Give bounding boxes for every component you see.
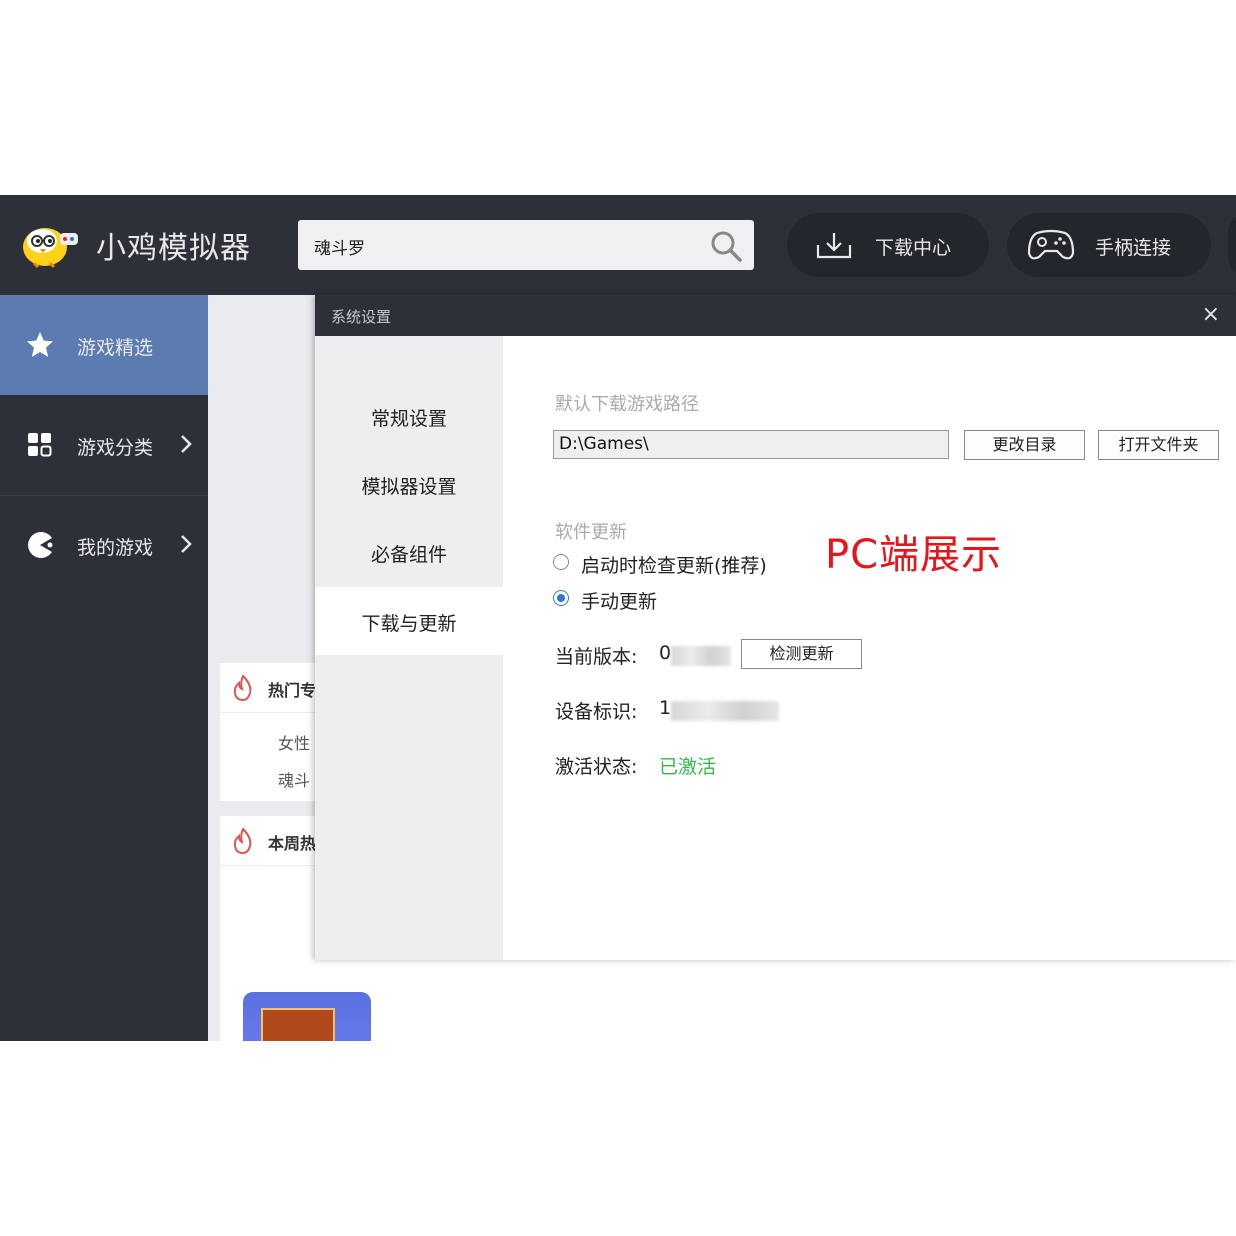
version-label: 当前版本: (555, 646, 638, 668)
app-title: 小鸡模拟器 (96, 231, 251, 266)
dialog-header: 系统设置 × (315, 295, 1236, 336)
sidebar-item-featured[interactable]: 游戏精选 (0, 295, 208, 395)
sidebar-item-label: 我的游戏 (77, 537, 154, 559)
version-value-blurred (671, 646, 731, 666)
chevron-right-icon (181, 535, 192, 553)
download-path-section-title: 默认下载游戏路径 (555, 394, 699, 415)
sidebar-item-label: 游戏分类 (77, 437, 154, 459)
list-item[interactable]: 女性 (278, 730, 310, 754)
settings-dialog: 系统设置 × 常规设置 模拟器设置 必备组件 下载与更新 默认下载游戏路径 D:… (315, 295, 1236, 960)
tab-general-settings[interactable]: 常规设置 (315, 382, 503, 450)
tab-label: 必备组件 (370, 544, 447, 566)
tab-required-components[interactable]: 必备组件 (315, 518, 503, 586)
radio-label: 启动时检查更新(推荐) (581, 555, 767, 577)
tab-label: 常规设置 (370, 408, 447, 430)
star-icon (27, 332, 53, 357)
check-update-button[interactable]: 检测更新 (741, 639, 862, 669)
close-icon[interactable]: × (1202, 302, 1220, 327)
radio-button-selected[interactable] (553, 590, 569, 606)
download-path-field[interactable]: D:\Games\ (553, 430, 949, 459)
download-icon (816, 233, 852, 259)
chick-logo-icon (23, 228, 78, 269)
sidebar-item-my-games[interactable]: 我的游戏 (0, 495, 208, 595)
app-window: 小鸡模拟器 魂斗罗 下载中心 手柄连接 游戏精选 游戏分类 我的游戏 热门专 女… (0, 195, 1236, 1041)
pc-showcase-label: PC端展示 (825, 532, 1003, 578)
tab-label: 模拟器设置 (361, 476, 457, 498)
sidebar-item-categories[interactable]: 游戏分类 (0, 395, 208, 495)
tab-label: 下载与更新 (361, 613, 457, 635)
settings-nav: 常规设置 模拟器设置 必备组件 下载与更新 (315, 336, 503, 960)
sidebar-item-label: 游戏精选 (77, 337, 154, 359)
tab-emulator-settings[interactable]: 模拟器设置 (315, 450, 503, 518)
download-center-button[interactable]: 下载中心 (787, 213, 989, 277)
pacman-icon (28, 532, 53, 558)
dialog-title: 系统设置 (331, 308, 392, 326)
activation-status-label: 激活状态: (555, 756, 638, 778)
radio-button[interactable] (553, 554, 569, 570)
fire-icon (233, 828, 252, 854)
change-directory-button[interactable]: 更改目录 (964, 430, 1085, 460)
device-id-label: 设备标识: (555, 701, 638, 723)
sidebar: 游戏精选 游戏分类 我的游戏 (0, 295, 208, 1041)
tab-download-and-update[interactable]: 下载与更新 (315, 587, 503, 655)
gamepad-connect-label: 手柄连接 (1095, 237, 1172, 259)
activation-status-value: 已激活 (659, 756, 717, 778)
gamepad-connect-button[interactable]: 手柄连接 (1007, 213, 1211, 277)
device-id-value-blurred (671, 701, 779, 721)
hot-topics-title: 热门专 (268, 681, 317, 700)
device-id-value-prefix: 1 (659, 697, 672, 719)
open-folder-button[interactable]: 打开文件夹 (1098, 430, 1219, 460)
download-center-label: 下载中心 (875, 237, 952, 259)
gamepad-icon (1027, 229, 1075, 260)
more-button-edge[interactable] (1228, 213, 1236, 277)
fire-icon (233, 675, 252, 701)
weekly-hot-title: 本周热 (268, 834, 317, 853)
grid-icon (28, 433, 52, 457)
game-thumbnail-super-mario[interactable] (243, 992, 371, 1041)
search-box[interactable]: 魂斗罗 (298, 220, 754, 270)
search-input[interactable]: 魂斗罗 (314, 234, 365, 259)
top-bar: 小鸡模拟器 魂斗罗 下载中心 手柄连接 (0, 195, 1236, 295)
list-item[interactable]: 魂斗 (278, 767, 310, 791)
software-update-section-title: 软件更新 (555, 522, 627, 543)
chevron-right-icon (181, 435, 192, 453)
version-value-prefix: 0 (659, 642, 672, 664)
search-icon[interactable] (710, 230, 742, 262)
radio-label: 手动更新 (581, 591, 658, 613)
settings-panel: 默认下载游戏路径 D:\Games\ 更改目录 打开文件夹 软件更新 启动时检查… (503, 336, 1236, 960)
